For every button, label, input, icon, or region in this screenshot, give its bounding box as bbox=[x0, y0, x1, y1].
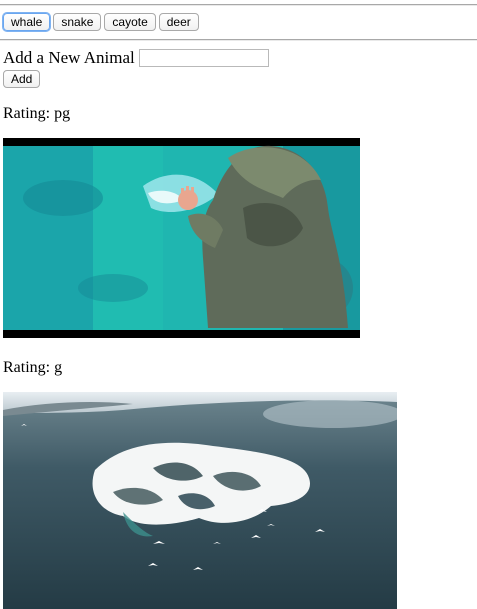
middle-divider bbox=[0, 39, 477, 41]
gif-whales-feeding-graphic bbox=[3, 392, 397, 609]
rating-label-2: Rating: g bbox=[3, 359, 63, 376]
add-animal-input[interactable] bbox=[138, 49, 269, 67]
animal-button-cayote[interactable]: cayote bbox=[104, 13, 156, 31]
giphy-animal-app: whale snake cayote deer Add a New Animal… bbox=[0, 0, 477, 609]
animal-button-deer[interactable]: deer bbox=[158, 13, 199, 31]
animal-button-bar: whale snake cayote deer bbox=[3, 13, 199, 31]
gif-image-child-aquarium[interactable] bbox=[3, 138, 360, 338]
animal-button-whale[interactable]: whale bbox=[3, 13, 51, 31]
add-animal-form: Add a New Animal bbox=[3, 48, 269, 68]
gif-image-whales-feeding[interactable] bbox=[3, 392, 397, 609]
add-animal-button[interactable]: Add bbox=[3, 70, 41, 88]
add-animal-label: Add a New Animal bbox=[3, 48, 135, 67]
gif-child-aquarium-graphic bbox=[3, 138, 360, 338]
top-divider bbox=[0, 4, 477, 6]
rating-label-1: Rating: pg bbox=[3, 105, 71, 122]
animal-button-snake[interactable]: snake bbox=[53, 13, 102, 31]
